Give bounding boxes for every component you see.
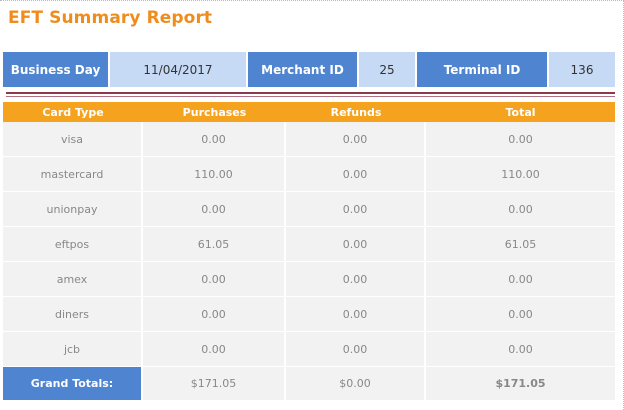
total-cell: 61.05 xyxy=(426,227,615,262)
grand-total-amount: $171.05 xyxy=(426,367,615,400)
refunds-cell: 0.00 xyxy=(286,227,426,262)
card-type-cell: diners xyxy=(3,297,143,332)
purchases-cell: 0.00 xyxy=(143,332,286,367)
table-row: diners 0.00 0.00 0.00 xyxy=(3,297,615,332)
grand-total-refunds: $0.00 xyxy=(286,367,426,400)
purchases-cell: 0.00 xyxy=(143,297,286,332)
divider-line xyxy=(6,92,615,94)
terminal-id-value: 136 xyxy=(549,52,615,87)
refunds-cell: 0.00 xyxy=(286,192,426,227)
merchant-id-label: Merchant ID xyxy=(248,52,357,87)
summary-table: Card Type Purchases Refunds Total visa 0… xyxy=(3,102,615,400)
table-header: Card Type Purchases Refunds Total xyxy=(3,102,615,122)
col-header-card-type: Card Type xyxy=(42,105,104,119)
business-day-label: Business Day xyxy=(3,52,108,87)
purchases-cell: 61.05 xyxy=(143,227,286,262)
card-type-cell: jcb xyxy=(3,332,143,367)
card-type-cell: unionpay xyxy=(3,192,143,227)
total-cell: 0.00 xyxy=(426,122,615,157)
grand-totals-label: Grand Totals: xyxy=(3,367,143,400)
table-row: mastercard 110.00 0.00 110.00 xyxy=(3,157,615,192)
col-header-total: Total xyxy=(505,105,536,119)
col-header-purchases: Purchases xyxy=(182,105,247,119)
merchant-id-value: 25 xyxy=(359,52,415,87)
card-type-cell: visa xyxy=(3,122,143,157)
card-type-cell: eftpos xyxy=(3,227,143,262)
purchases-cell: 0.00 xyxy=(143,192,286,227)
terminal-id-label: Terminal ID xyxy=(417,52,547,87)
business-day-value: 11/04/2017 xyxy=(110,52,246,87)
card-type-cell: mastercard xyxy=(3,157,143,192)
table-row: visa 0.00 0.00 0.00 xyxy=(3,122,615,157)
total-cell: 0.00 xyxy=(426,297,615,332)
refunds-cell: 0.00 xyxy=(286,332,426,367)
table-row: unionpay 0.00 0.00 0.00 xyxy=(3,192,615,227)
refunds-cell: 0.00 xyxy=(286,122,426,157)
purchases-cell: 0.00 xyxy=(143,122,286,157)
table-row: jcb 0.00 0.00 0.00 xyxy=(3,332,615,367)
divider-line-thin xyxy=(6,96,615,97)
total-cell: 0.00 xyxy=(426,262,615,297)
table-row: amex 0.00 0.00 0.00 xyxy=(3,262,615,297)
total-cell: 0.00 xyxy=(426,192,615,227)
purchases-cell: 110.00 xyxy=(143,157,286,192)
grand-totals-row: Grand Totals: $171.05 $0.00 $171.05 xyxy=(3,367,615,400)
report-info-bar: Business Day 11/04/2017 Merchant ID 25 T… xyxy=(3,52,615,87)
refunds-cell: 0.00 xyxy=(286,262,426,297)
card-type-cell: amex xyxy=(3,262,143,297)
refunds-cell: 0.00 xyxy=(286,297,426,332)
total-cell: 110.00 xyxy=(426,157,615,192)
refunds-cell: 0.00 xyxy=(286,157,426,192)
col-header-refunds: Refunds xyxy=(330,105,382,119)
table-row: eftpos 61.05 0.00 61.05 xyxy=(3,227,615,262)
page-title: EFT Summary Report xyxy=(8,8,213,28)
purchases-cell: 0.00 xyxy=(143,262,286,297)
total-cell: 0.00 xyxy=(426,332,615,367)
grand-total-purchases: $171.05 xyxy=(143,367,286,400)
